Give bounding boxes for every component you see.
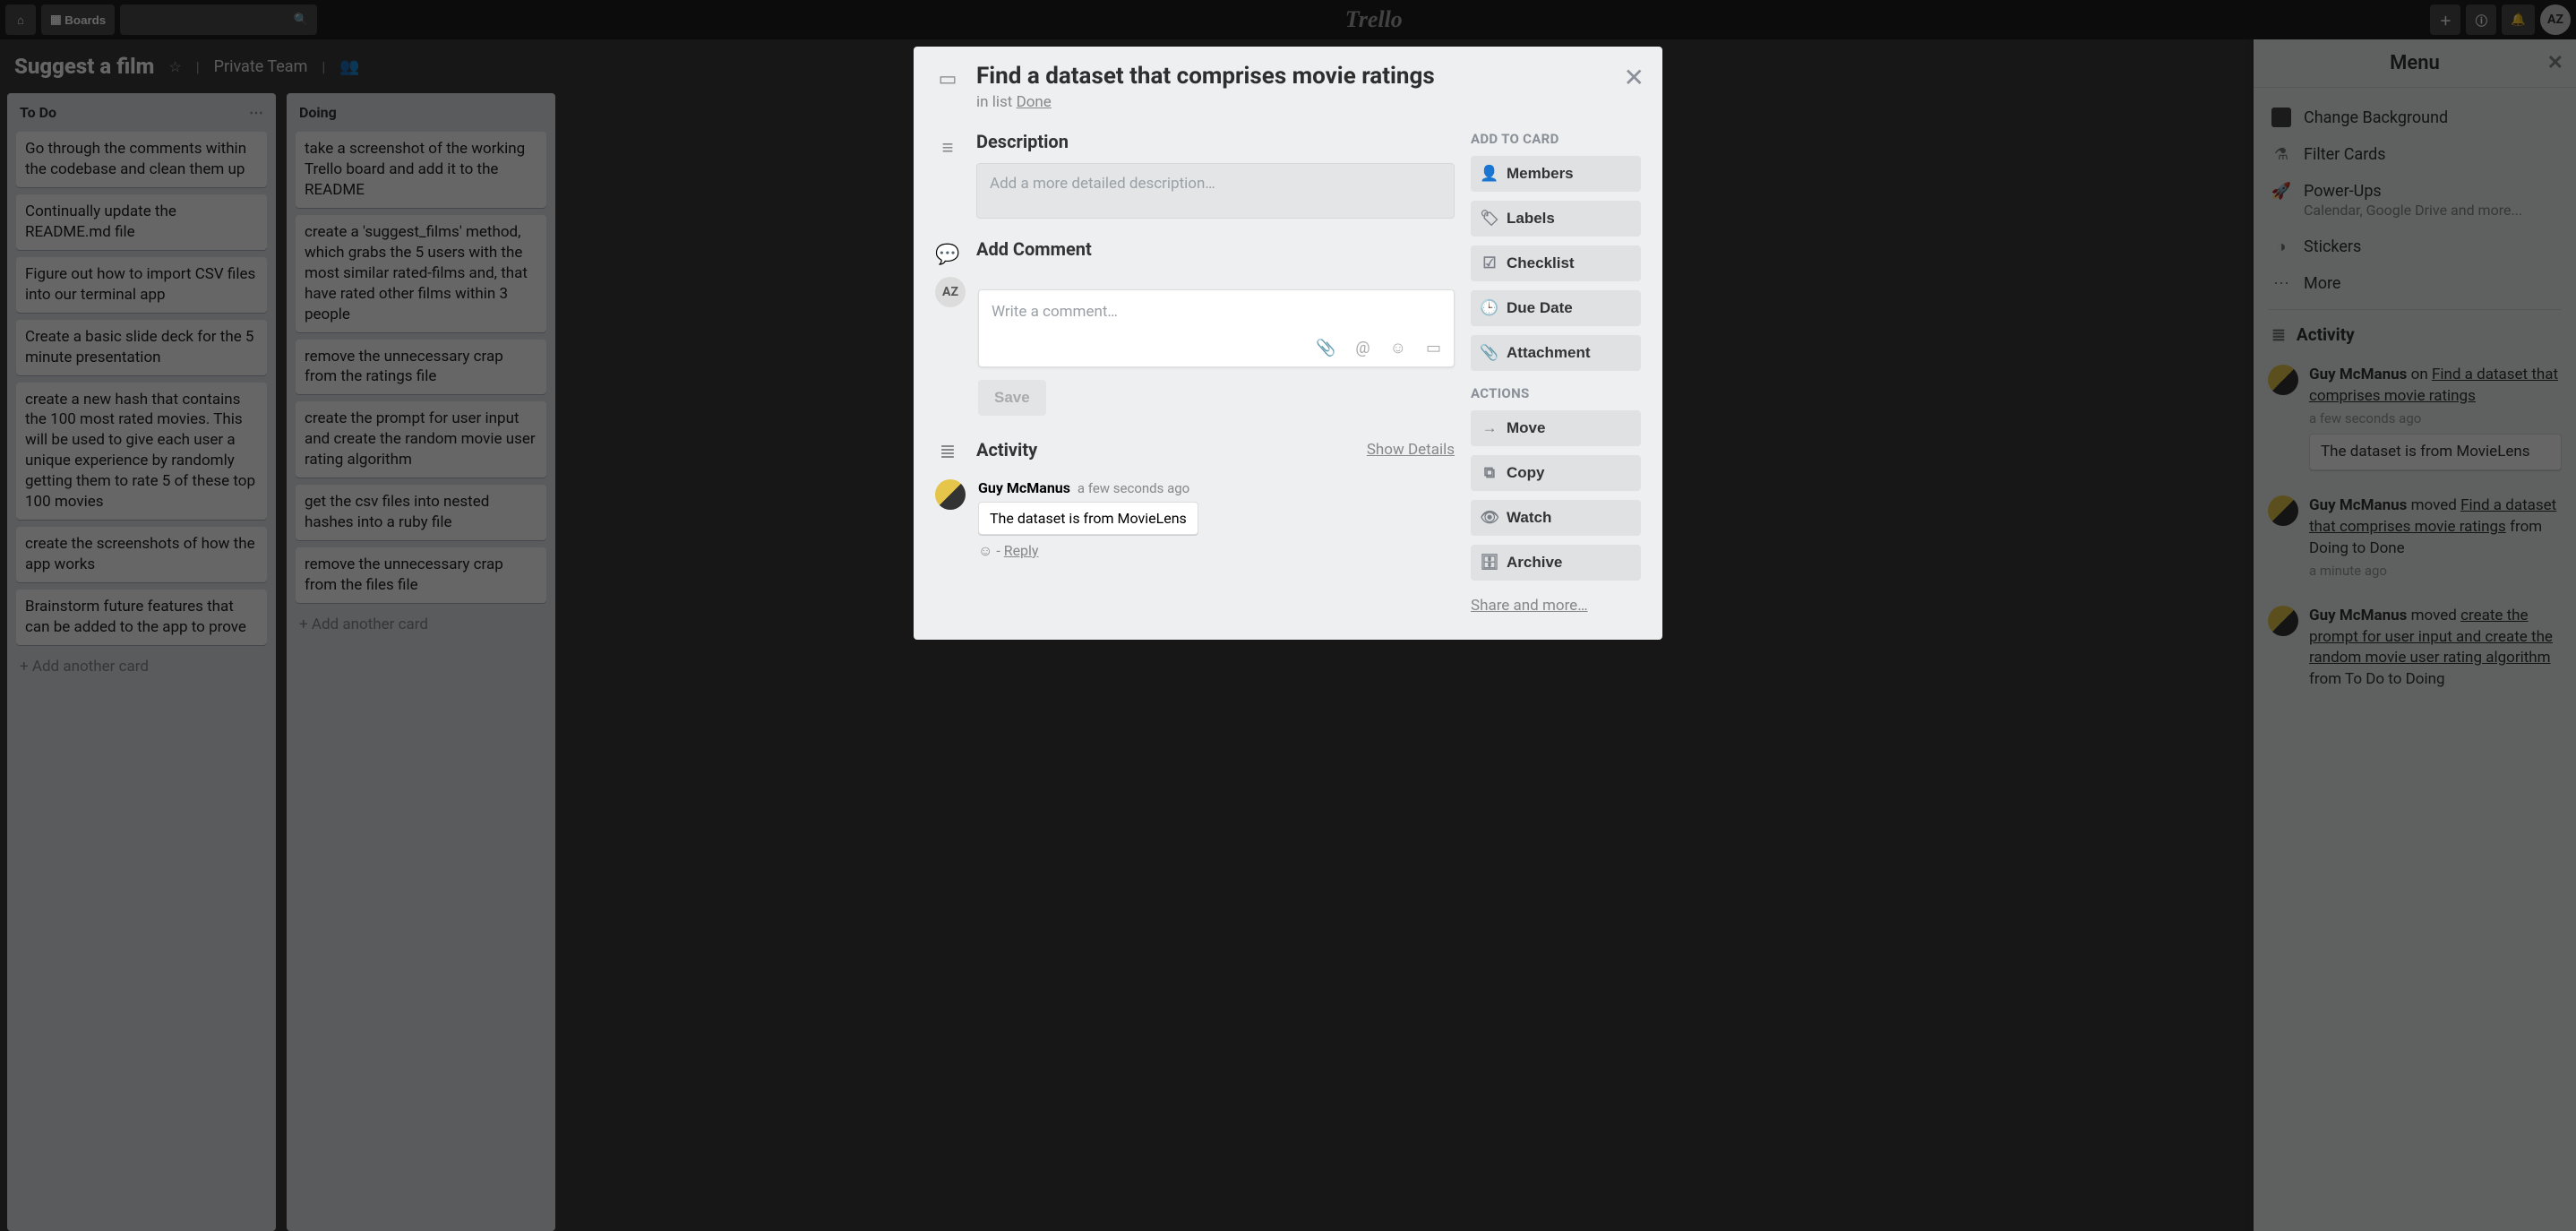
activity-icon: ≣	[940, 441, 956, 463]
person-icon: 👤	[1480, 165, 1498, 183]
comment-author: Guy McManus	[978, 479, 1070, 496]
copy-icon: ⧉	[1484, 464, 1495, 482]
activity-label: Activity	[976, 439, 1037, 461]
description-icon: ≡	[942, 137, 954, 159]
mention-icon[interactable]: @	[1355, 339, 1370, 357]
arrow-right-icon: →	[1482, 419, 1498, 437]
clock-icon: 🕒	[1480, 299, 1498, 317]
paperclip-icon: 📎	[1480, 344, 1498, 362]
move-button[interactable]: →Move	[1471, 410, 1641, 446]
members-button[interactable]: 👤Members	[1471, 156, 1641, 192]
archive-button[interactable]: 🗄Archive	[1471, 545, 1641, 581]
emoji-react-icon[interactable]: ☺	[978, 542, 992, 559]
labels-button[interactable]: 🏷Labels	[1471, 201, 1641, 237]
comment-time: a few seconds ago	[1078, 480, 1189, 496]
card-icon: ▭	[939, 68, 957, 90]
current-user-avatar: AZ	[935, 277, 966, 307]
description-label: Description	[976, 131, 1455, 152]
card-title[interactable]: Find a dataset that comprises movie rati…	[976, 63, 1435, 90]
checklist-icon: ☑	[1482, 254, 1496, 272]
list-link[interactable]: Done	[1017, 93, 1052, 111]
tag-icon: 🏷	[1480, 210, 1499, 228]
card-link-icon[interactable]: ▭	[1426, 339, 1441, 357]
save-comment-button[interactable]: Save	[978, 380, 1046, 416]
comment-composer: Write a comment… 📎 @ ☺ ▭	[978, 289, 1455, 367]
share-more-link[interactable]: Share and more…	[1471, 597, 1588, 615]
dialog-close-button[interactable]: ✕	[1624, 63, 1644, 92]
add-comment-label: Add Comment	[976, 238, 1455, 260]
emoji-icon[interactable]: ☺	[1390, 339, 1406, 357]
attachment-icon[interactable]: 📎	[1316, 339, 1335, 357]
add-to-card-header: ADD TO CARD	[1471, 131, 1641, 147]
attachment-button[interactable]: 📎Attachment	[1471, 335, 1641, 371]
modal-overlay[interactable]: ✕ ▭ Find a dataset that comprises movie …	[0, 0, 2576, 1231]
comment-text: The dataset is from MovieLens	[978, 502, 1198, 535]
card-dialog: ✕ ▭ Find a dataset that comprises movie …	[914, 47, 1662, 640]
watch-button[interactable]: 👁Watch	[1471, 500, 1641, 536]
due-date-button[interactable]: 🕒Due Date	[1471, 290, 1641, 326]
reply-link[interactable]: Reply	[1004, 542, 1039, 559]
activity-comment-row: Guy McManus a few seconds ago The datase…	[935, 479, 1455, 560]
comment-input[interactable]: Write a comment…	[979, 290, 1454, 333]
commenter-avatar	[935, 479, 966, 510]
copy-button[interactable]: ⧉Copy	[1471, 455, 1641, 491]
show-details-link[interactable]: Show Details	[1367, 441, 1455, 459]
card-in-list: in list Done	[976, 93, 1435, 111]
description-input[interactable]: Add a more detailed description…	[976, 163, 1455, 219]
close-icon: ✕	[1624, 63, 1644, 92]
archive-icon: 🗄	[1480, 554, 1499, 572]
actions-header: ACTIONS	[1471, 385, 1641, 401]
checklist-button[interactable]: ☑Checklist	[1471, 245, 1641, 281]
comment-icon: 💬	[935, 244, 959, 266]
eye-icon: 👁	[1480, 509, 1499, 527]
